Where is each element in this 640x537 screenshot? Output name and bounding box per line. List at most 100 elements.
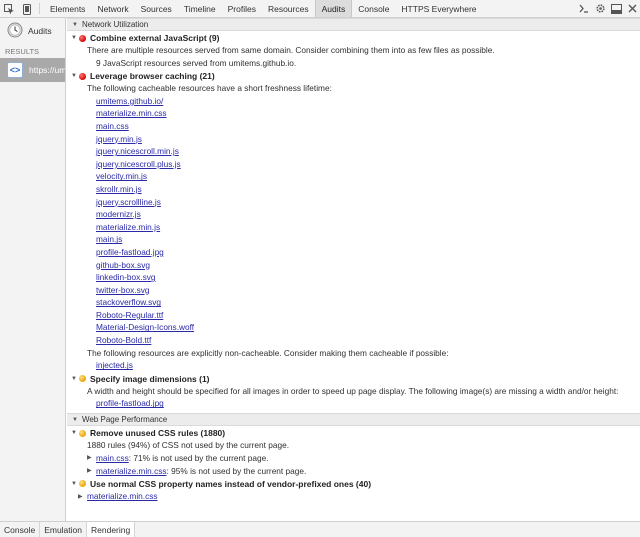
triangle-right-icon: ▶: [87, 468, 92, 475]
rule-description: The following resources are explicitly n…: [87, 347, 449, 358]
resource-link[interactable]: Roboto-Bold.ttf: [96, 335, 151, 345]
settings-icon[interactable]: [592, 0, 608, 18]
resource-link[interactable]: jquery.nicescroll.min.js: [96, 146, 179, 156]
audit-result-item[interactable]: <> https://um: [0, 58, 65, 82]
resource-link[interactable]: materialize.min.css: [96, 108, 167, 118]
rule-unused-css[interactable]: ▼ Remove unused CSS rules (1880): [67, 427, 640, 439]
unused-percent-text: : 71% is not used by the current page.: [128, 452, 269, 463]
resource-link[interactable]: jquery.scrollline.js: [96, 197, 161, 207]
unused-css-item[interactable]: ▶ materialize.min.css : 95% is not used …: [67, 464, 640, 477]
resource-link[interactable]: main.css: [96, 453, 129, 463]
rule-combine-js[interactable]: ▼ Combine external JavaScript (9): [67, 32, 640, 44]
resource-link[interactable]: main.js: [96, 234, 122, 244]
rule-title: Remove unused CSS rules (1880): [90, 428, 226, 439]
section-title: Network Utilization: [81, 20, 149, 29]
unused-css-item[interactable]: ▶ main.css : 71% is not used by the curr…: [67, 452, 640, 465]
triangle-down-icon: ▼: [71, 35, 77, 41]
audits-sidebar: Audits RESULTS <> https://um: [0, 18, 66, 521]
resource-link[interactable]: stackoverflow.svg: [96, 297, 161, 307]
rule-vendor-prefixed[interactable]: ▼ Use normal CSS property names instead …: [67, 478, 640, 490]
resource-link-row: profile-fastload.jpg: [67, 246, 640, 259]
resource-link-row: jquery.nicescroll.min.js: [67, 145, 640, 158]
rule-description: The following cacheable resources have a…: [87, 83, 332, 94]
resource-link[interactable]: Roboto-Regular.ttf: [96, 310, 163, 320]
drawer-tab-console[interactable]: Console: [0, 522, 41, 537]
resource-link[interactable]: jquery.min.js: [96, 134, 142, 144]
close-icon[interactable]: [624, 0, 640, 18]
rule-description: 1880 rules (94%) of CSS not used by the …: [87, 440, 290, 451]
triangle-down-icon: ▼: [71, 480, 77, 487]
resource-link[interactable]: injected.js: [96, 360, 133, 370]
tab-network[interactable]: Network: [91, 0, 134, 17]
resource-link[interactable]: twitter-box.svg: [96, 285, 149, 295]
triangle-down-icon: ▼: [71, 375, 77, 382]
section-web-page-performance[interactable]: ▼ Web Page Performance: [67, 413, 640, 427]
resource-link-row: Material-Design-Icons.woff: [67, 321, 640, 334]
resource-link-row: profile-fastload.jpg: [67, 397, 640, 410]
resource-link[interactable]: modernizr.js: [96, 209, 141, 219]
rule-image-dimensions[interactable]: ▼ Specify image dimensions (1): [67, 373, 640, 385]
resource-link-row: materialize.min.css: [67, 107, 640, 120]
tab-console[interactable]: Console: [352, 0, 395, 17]
resource-link-row: skrollr.min.js: [67, 183, 640, 196]
tab-https-everywhere[interactable]: HTTPS Everywhere: [395, 0, 482, 17]
resource-link[interactable]: umitems.github.io/: [96, 96, 163, 106]
section-title: Web Page Performance: [81, 415, 168, 425]
devtools-toolbar: Elements Network Sources Timeline Profil…: [0, 0, 640, 18]
resource-link[interactable]: materialize.min.css: [87, 491, 158, 501]
tab-sources[interactable]: Sources: [135, 0, 178, 17]
rule-browser-caching[interactable]: ▼ Leverage browser caching (21): [67, 70, 640, 82]
resource-link-row: stackoverflow.svg: [67, 296, 640, 309]
tab-timeline[interactable]: Timeline: [178, 0, 222, 17]
triangle-right-icon: ▶: [78, 493, 83, 500]
results-heading: RESULTS: [5, 47, 40, 56]
code-icon: <>: [7, 62, 23, 78]
resource-link-row: injected.js: [67, 359, 640, 372]
resource-link[interactable]: main.css: [96, 121, 129, 131]
resource-link[interactable]: velocity.min.js: [96, 171, 147, 181]
resource-link[interactable]: Material-Design-Icons.woff: [96, 322, 194, 332]
result-item-label: https://um: [29, 65, 65, 75]
rule-description: A width and height should be specified f…: [87, 385, 619, 396]
resource-link-row: twitter-box.svg: [67, 284, 640, 297]
resource-link-row: main.css: [67, 120, 640, 133]
console-drawer-icon[interactable]: [576, 0, 592, 18]
resource-link[interactable]: linkedin-box.svg: [96, 272, 156, 282]
dock-side-icon[interactable]: [608, 0, 624, 18]
resource-link-row: github-box.svg: [67, 259, 640, 272]
tab-audits[interactable]: Audits: [314, 0, 353, 17]
severity-red-icon: [79, 34, 86, 42]
resource-link[interactable]: github-box.svg: [96, 260, 150, 270]
resource-link-row: velocity.min.js: [67, 170, 640, 183]
rule-description: There are multiple resources served from…: [87, 45, 495, 55]
tab-elements[interactable]: Elements: [44, 0, 91, 17]
resource-link-row: jquery.min.js: [67, 133, 640, 146]
inspect-element-icon[interactable]: [0, 0, 18, 18]
resource-link[interactable]: profile-fastload.jpg: [96, 398, 164, 408]
drawer-tab-emulation[interactable]: Emulation: [40, 522, 87, 537]
vendor-prefixed-item[interactable]: ▶ materialize.min.css: [67, 490, 640, 503]
triangle-down-icon: ▼: [71, 430, 77, 437]
device-mode-icon[interactable]: [18, 0, 36, 18]
resource-link-row: modernizr.js: [67, 208, 640, 221]
tab-resources[interactable]: Resources: [262, 0, 315, 17]
audits-launcher[interactable]: Audits: [0, 18, 65, 44]
resource-link-row: umitems.github.io/: [67, 95, 640, 108]
resource-link[interactable]: materialize.min.js: [96, 222, 160, 232]
drawer-tab-rendering[interactable]: Rendering: [87, 522, 136, 537]
resource-link[interactable]: skrollr.min.js: [96, 184, 142, 194]
resource-link-row: jquery.nicescroll.plus.js: [67, 158, 640, 171]
rule-title: Use normal CSS property names instead of…: [90, 478, 372, 489]
triangle-down-icon: ▼: [72, 416, 78, 423]
audit-results-pane: ▼ Network Utilization ▼ Combine external…: [67, 18, 640, 521]
audits-clock-icon: [7, 22, 23, 40]
audits-label: Audits: [28, 26, 52, 36]
resource-link[interactable]: jquery.nicescroll.plus.js: [96, 159, 181, 169]
tab-profiles[interactable]: Profiles: [222, 0, 262, 17]
section-network-utilization[interactable]: ▼ Network Utilization: [67, 18, 640, 31]
unused-percent-text: : 95% is not used by the current page.: [166, 465, 307, 476]
triangle-right-icon: ▶: [87, 455, 92, 462]
resource-link[interactable]: profile-fastload.jpg: [96, 247, 164, 257]
resource-link-row: Roboto-Bold.ttf: [67, 334, 640, 347]
resource-link[interactable]: materialize.min.css: [96, 466, 167, 476]
